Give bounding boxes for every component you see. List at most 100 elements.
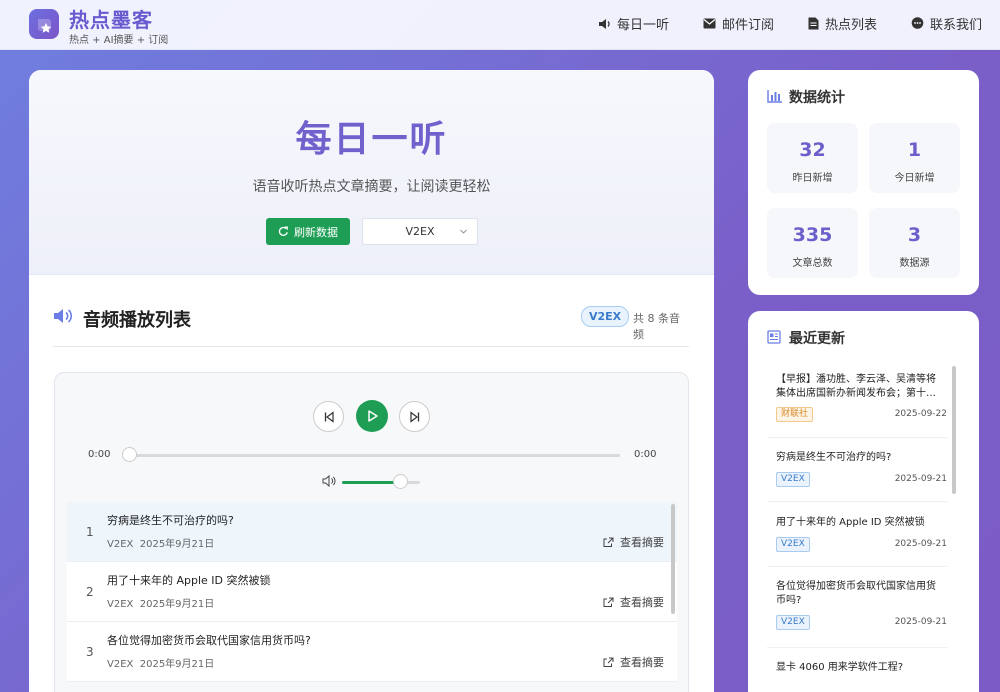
nav-label: 邮件订阅 (721, 18, 774, 33)
volume-handle[interactable] (392, 474, 408, 489)
recent-item-title: 显卡 4060 用来学软件工程? (776, 662, 904, 673)
recent-item[interactable]: 显卡 4060 用来学软件工程? (767, 654, 947, 686)
track-date: 2025年9月21日 (139, 659, 215, 670)
stat-value: 1 (907, 139, 922, 161)
track-title: 穷病是终生不可治疗的吗? (107, 514, 234, 527)
view-summary-label: 查看摘要 (620, 596, 664, 609)
logo-icon[interactable] (29, 9, 59, 39)
nav-label: 联系我们 (929, 18, 982, 33)
document-icon (808, 17, 819, 30)
stat-yesterday-new: 32 昨日新增 (767, 123, 858, 193)
skip-back-icon (324, 410, 334, 423)
recent-item-title: 【早报】潘功胜、李云泽、吴清等将集体出席国新办新闻发布会；第十… (776, 374, 936, 399)
recent-item-tag: V2EX (776, 615, 810, 630)
track-meta: V2EX 2025年9月21日 (107, 655, 214, 670)
view-summary-link[interactable]: 查看摘要 (603, 594, 664, 610)
track-meta: V2EX 2025年9月21日 (107, 595, 214, 610)
track-item[interactable]: 3 各位觉得加密货币会取代国家信用货币吗? V2EX 2025年9月21日 查看… (67, 622, 677, 682)
chevron-down-icon (460, 229, 467, 234)
recent-item[interactable]: 【早报】潘功胜、李云泽、吴清等将集体出席国新办新闻发布会；第十… 财联社 202… (767, 366, 947, 438)
nav-label: 每日一听 (616, 18, 669, 33)
recent-item-date: 2025-09-22 (894, 409, 947, 419)
nav-label: 热点列表 (824, 18, 877, 33)
stats-card: 数据统计 32 昨日新增 1 今日新增 335 文章总数 3 数据源 (748, 70, 979, 295)
recent-list: 【早报】潘功胜、李云泽、吴清等将集体出席国新办新闻发布会；第十… 财联社 202… (767, 366, 947, 686)
external-link-icon (603, 657, 614, 667)
top-header: 热点墨客 热点 + AI摘要 + 订阅 每日一听 邮件订阅 热点列表 联系我们 (0, 0, 1000, 50)
stat-today-new: 1 今日新增 (869, 123, 960, 193)
main-nav: 每日一听 邮件订阅 热点列表 联系我们 (564, 14, 982, 33)
page-title: 每日一听 (295, 119, 448, 160)
next-button[interactable] (399, 401, 430, 432)
view-summary-label: 查看摘要 (620, 536, 664, 549)
track-item[interactable]: 1 穷病是终生不可治疗的吗? V2EX 2025年9月21日 查看摘要 (67, 502, 677, 562)
nav-hot-list[interactable]: 热点列表 (808, 14, 877, 33)
recent-item[interactable]: 穷病是终生不可治疗的吗? V2EX 2025-09-21 (767, 444, 947, 502)
speaker-icon (54, 309, 73, 323)
stats-title: 数据统计 (789, 90, 845, 106)
recent-updates-card: 最近更新 【早报】潘功胜、李云泽、吴清等将集体出席国新办新闻发布会；第十… 财联… (748, 311, 979, 692)
envelope-icon (703, 18, 716, 29)
skip-forward-icon (409, 410, 419, 423)
recent-item-title: 各位觉得加密货币会取代国家信用货币吗? (776, 581, 936, 606)
recent-item-title: 用了十来年的 Apple ID 突然被锁 (776, 517, 925, 528)
track-number: 1 (86, 525, 94, 539)
stat-value: 32 (799, 139, 826, 161)
view-summary-link[interactable]: 查看摘要 (603, 534, 664, 550)
refresh-icon (278, 226, 288, 236)
track-number: 2 (86, 585, 94, 599)
recent-item-tag: 财联社 (776, 407, 814, 422)
recent-item-date: 2025-09-21 (894, 617, 947, 627)
stat-data-sources: 3 数据源 (869, 208, 960, 278)
current-time: 0:00 (88, 449, 111, 460)
external-link-icon (603, 537, 614, 547)
source-badge: V2EX (581, 306, 630, 327)
track-number: 3 (86, 645, 94, 659)
stat-label: 数据源 (899, 258, 930, 269)
track-title: 各位觉得加密货币会取代国家信用货币吗? (107, 634, 311, 647)
brand-title[interactable]: 热点墨客 (69, 4, 153, 33)
recent-item-tag: V2EX (776, 537, 810, 552)
refresh-button[interactable]: 刷新数据 (266, 218, 350, 245)
page-subtitle: 语音收听热点文章摘要，让阅读更轻松 (252, 179, 491, 195)
previous-button[interactable] (313, 401, 344, 432)
stat-label: 今日新增 (894, 173, 935, 184)
track-source: V2EX (107, 599, 134, 610)
play-icon (368, 410, 378, 422)
recent-item-tag: V2EX (776, 472, 810, 487)
volume-icon[interactable] (322, 475, 336, 487)
total-time: 0:00 (634, 449, 657, 460)
play-button[interactable] (356, 400, 388, 432)
refresh-label: 刷新数据 (294, 225, 338, 239)
newspaper-icon (767, 330, 781, 344)
stat-label: 昨日新增 (792, 173, 833, 184)
audio-player: 0:00 0:00 1 穷病是终生不可治疗的吗? V2EX 2025年9月21日… (54, 372, 689, 692)
recent-list-scrollbar[interactable] (952, 366, 956, 494)
recent-item[interactable]: 用了十来年的 Apple ID 突然被锁 V2EX 2025-09-21 (767, 509, 947, 567)
seek-bar[interactable] (123, 454, 620, 457)
track-title: 用了十来年的 Apple ID 突然被锁 (107, 574, 271, 587)
chat-icon (911, 17, 924, 29)
view-summary-link[interactable]: 查看摘要 (603, 654, 664, 670)
track-source: V2EX (107, 659, 134, 670)
track-list-scrollbar[interactable] (671, 504, 675, 614)
hero-section: 每日一听 语音收听热点文章摘要，让阅读更轻松 刷新数据 V2EX (29, 70, 714, 275)
audio-count: 共 8 条音频 (633, 312, 680, 341)
external-link-icon (603, 597, 614, 607)
track-list: 1 穷病是终生不可治疗的吗? V2EX 2025年9月21日 查看摘要 2 用了… (67, 502, 677, 692)
recent-item-title: 穷病是终生不可治疗的吗? (776, 452, 892, 463)
stat-total-articles: 335 文章总数 (767, 208, 858, 278)
nav-contact[interactable]: 联系我们 (911, 14, 982, 33)
track-date: 2025年9月21日 (139, 539, 215, 550)
source-select-value: V2EX (405, 225, 435, 238)
track-item[interactable]: 2 用了十来年的 Apple ID 突然被锁 V2EX 2025年9月21日 查… (67, 562, 677, 622)
playlist-header: 音频播放列表 V2EX 共 8 条音频 (53, 302, 689, 347)
track-source: V2EX (107, 539, 134, 550)
speaker-icon (598, 18, 610, 29)
nav-email-subscribe[interactable]: 邮件订阅 (703, 14, 774, 33)
volume-slider[interactable] (342, 481, 420, 484)
source-select[interactable]: V2EX (362, 218, 478, 245)
recent-item[interactable]: 各位觉得加密货币会取代国家信用货币吗? V2EX 2025-09-21 (767, 573, 947, 648)
seek-handle[interactable] (122, 447, 137, 462)
nav-daily-listen[interactable]: 每日一听 (598, 14, 669, 33)
